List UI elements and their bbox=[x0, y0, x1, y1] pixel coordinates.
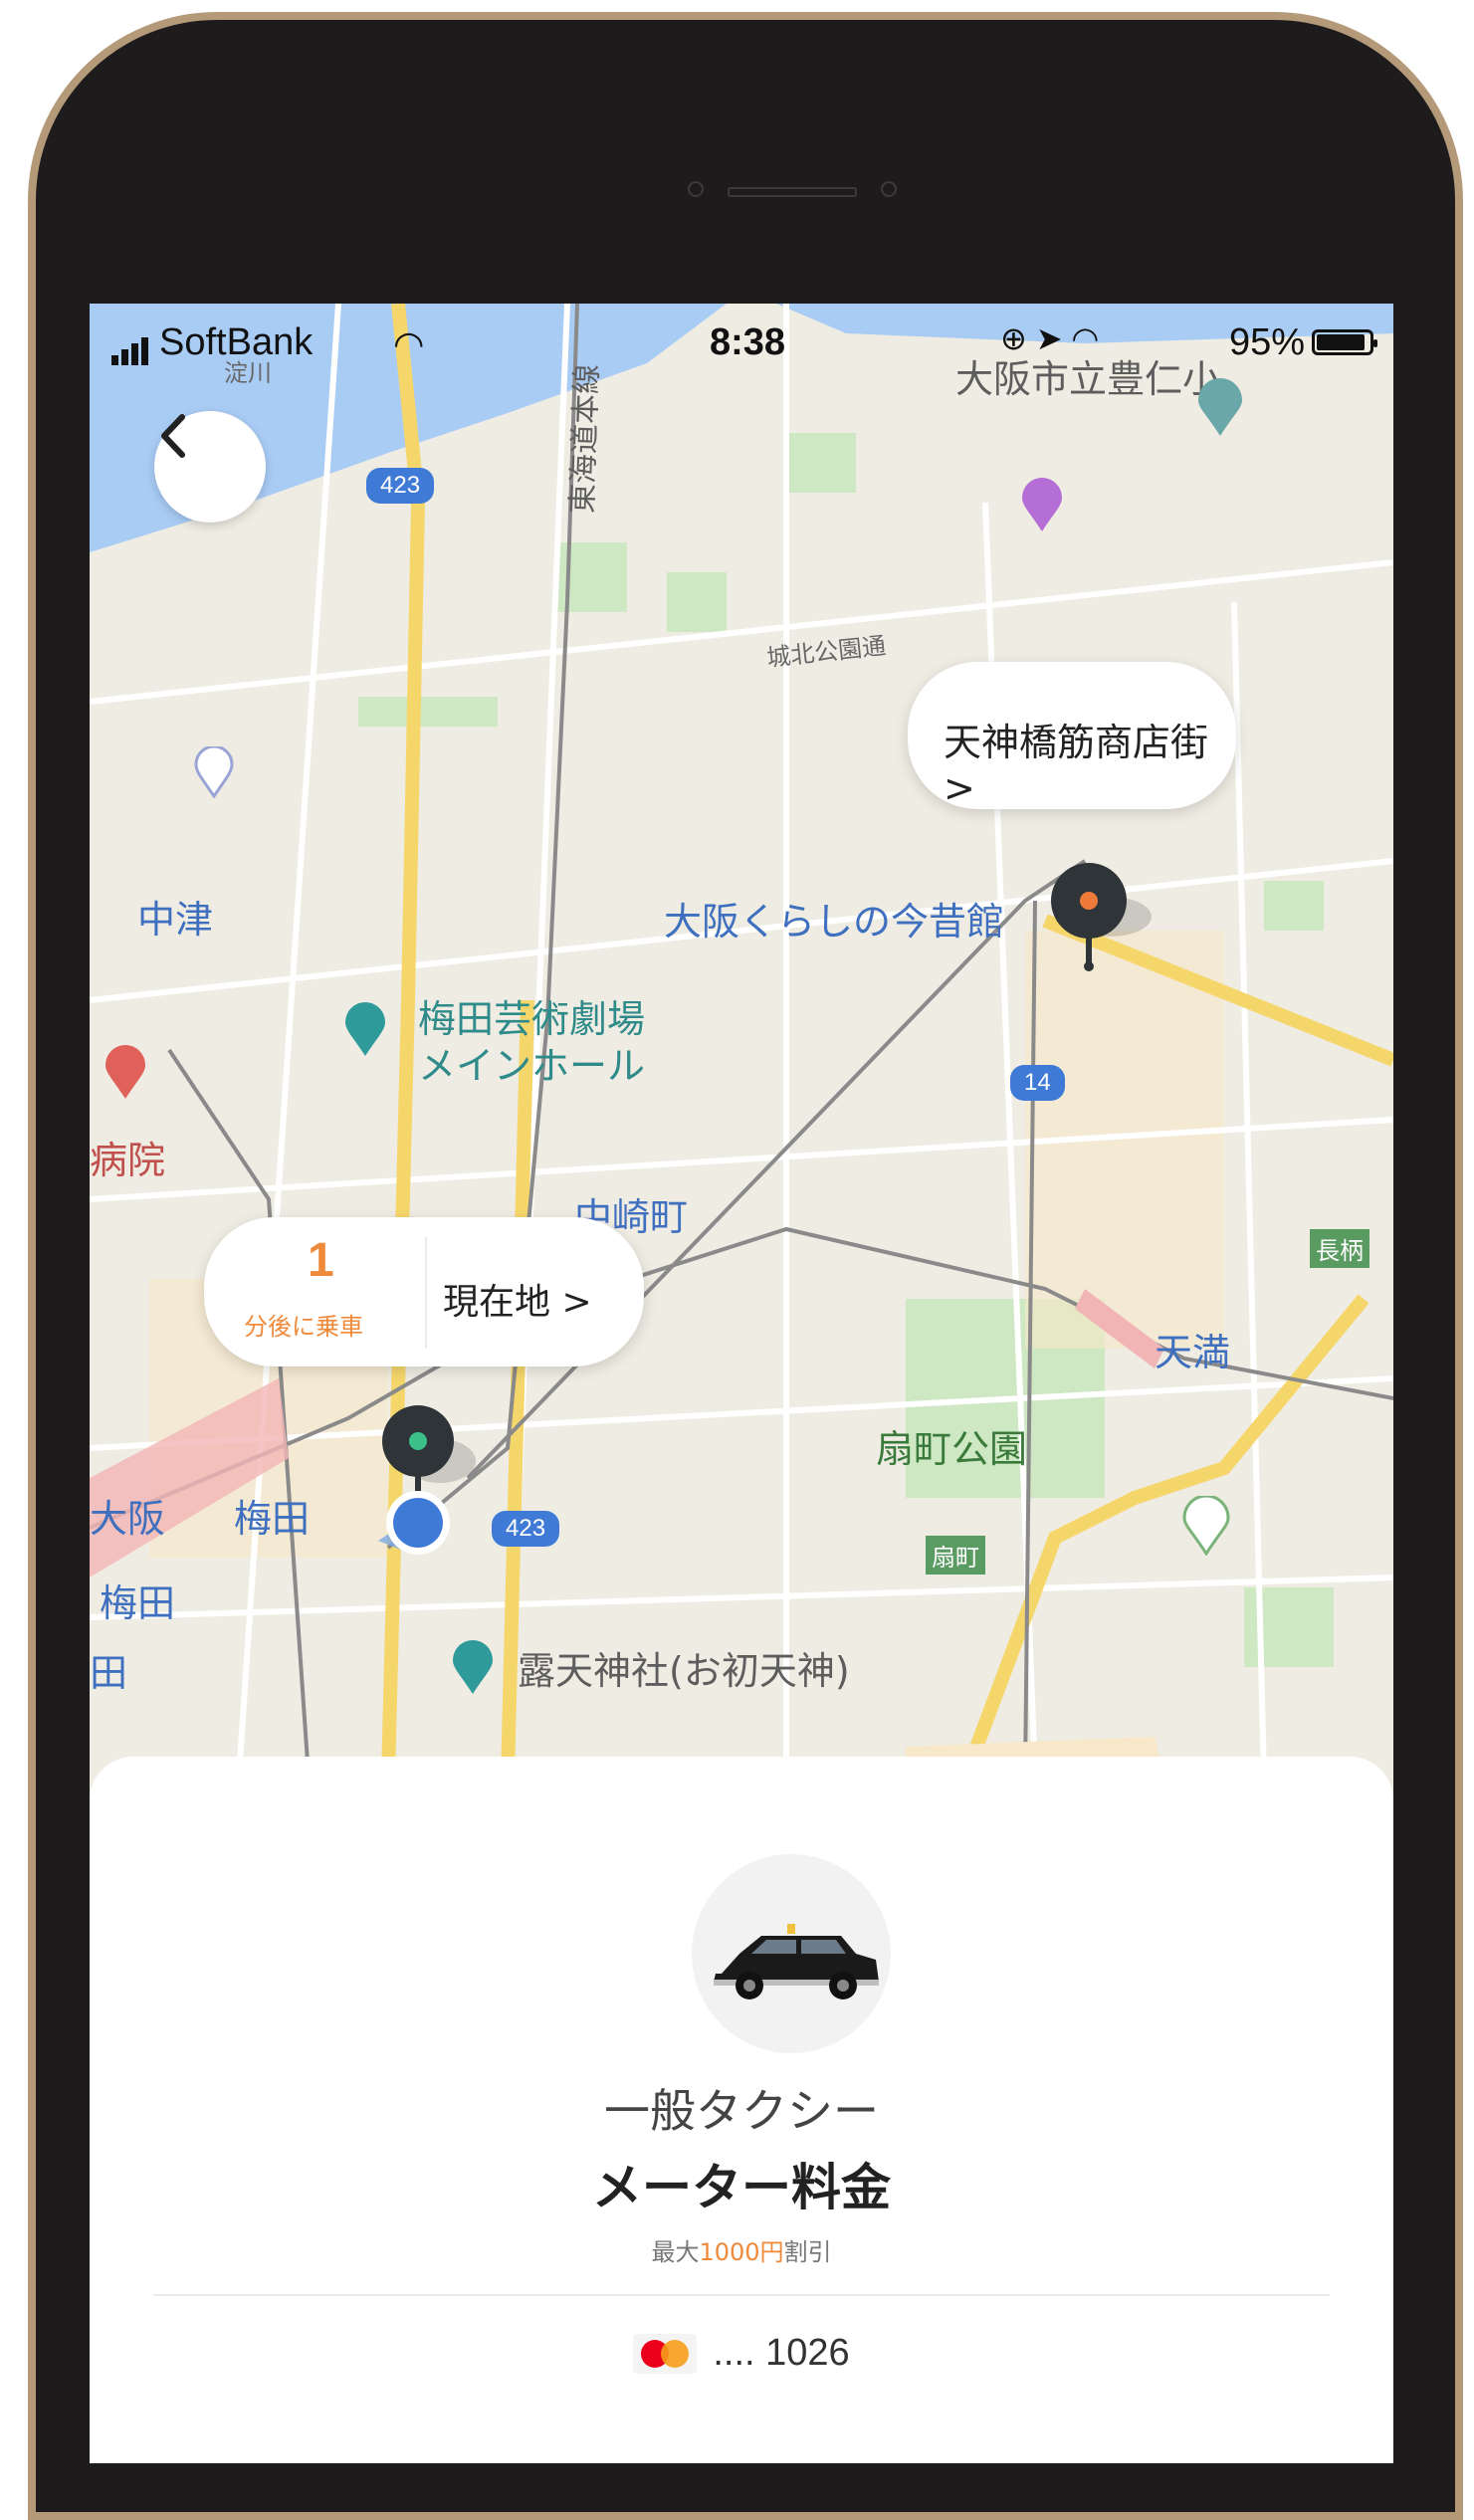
eta-unit: 分後に乗車 bbox=[244, 1313, 363, 1341]
eta-minutes: 1 bbox=[308, 1234, 334, 1287]
map-label-tsuyunoten: 露天神社(お初天神) bbox=[518, 1649, 850, 1693]
discount-suffix: 割引 bbox=[783, 2238, 832, 2266]
map-label-nakatsu: 中津 bbox=[137, 898, 214, 942]
map-canvas bbox=[90, 304, 1393, 1777]
taxi-image bbox=[692, 1854, 891, 2053]
route-badge-423: 423 bbox=[366, 468, 435, 504]
app-screen: 淀川 大阪市立豊仁小 東海道本線 城北公園通 中津 大阪くらしの今昔館 梅田芸術… bbox=[90, 304, 1393, 2463]
pickup-pin-icon bbox=[378, 1405, 476, 1555]
map-view[interactable]: 淀川 大阪市立豊仁小 東海道本線 城北公園通 中津 大阪くらしの今昔館 梅田芸術… bbox=[90, 304, 1393, 1777]
map-label-osaka: 大阪 bbox=[90, 1497, 166, 1541]
map-label-tokaido-line: 東海道本線 bbox=[564, 363, 606, 515]
battery-icon bbox=[1312, 329, 1377, 355]
pickup-location-label: 現在地 > bbox=[443, 1282, 592, 1323]
destination-bubble[interactable]: 天神橋筋商店街 > bbox=[908, 662, 1236, 810]
ride-sheet: 一般タクシー メーター料金 最大1000円割引 .... 1026 bbox=[90, 1757, 1393, 2463]
carrier-label: SoftBank bbox=[111, 321, 314, 366]
map-label-ogimachi-koen: 扇町公園 bbox=[876, 1427, 1028, 1471]
school-marker-icon bbox=[1198, 378, 1242, 436]
mastercard-icon bbox=[633, 2333, 698, 2374]
sheet-divider bbox=[153, 2294, 1330, 2296]
bubble-divider bbox=[425, 1237, 427, 1349]
destination-pin-icon bbox=[1051, 863, 1152, 971]
fare-type-label: メーター料金 bbox=[592, 2159, 891, 2216]
card-number: .... 1026 bbox=[713, 2332, 850, 2374]
map-label-umeda: 梅田 bbox=[234, 1497, 311, 1541]
status-bar: SoftBank ◠ 8:38 ⊕ ➤ ◠ 95% bbox=[90, 304, 1393, 383]
battery-percent: 95% bbox=[1229, 321, 1306, 363]
hospital-marker-icon bbox=[105, 1045, 145, 1099]
map-label-umeda-geijutsu-2: メインホール bbox=[418, 1044, 646, 1088]
shrine-marker-icon bbox=[453, 1640, 493, 1694]
status-time: 8:38 bbox=[710, 321, 786, 363]
destination-label: 天神橋筋商店街 > bbox=[944, 721, 1209, 810]
gas-station-marker-icon bbox=[1022, 478, 1062, 531]
discount-amount: 1000円 bbox=[699, 2238, 784, 2266]
discount-prefix: 最大 bbox=[651, 2238, 700, 2266]
payment-method[interactable]: .... 1026 bbox=[90, 2332, 1393, 2375]
theater-marker-icon bbox=[345, 1002, 385, 1056]
chevron-left-icon bbox=[161, 414, 185, 458]
carrier-name: SoftBank bbox=[159, 321, 314, 363]
phone-sensors bbox=[688, 181, 897, 197]
map-label-ta: 田 bbox=[90, 1651, 128, 1695]
store-marker-icon bbox=[1182, 1496, 1230, 1556]
map-label-tenma: 天満 bbox=[1155, 1331, 1231, 1374]
camera-dot bbox=[881, 181, 897, 197]
car-type-label: 一般タクシー bbox=[604, 2084, 879, 2138]
map-label-hospital: 病院 bbox=[90, 1139, 166, 1182]
speaker-grille bbox=[728, 187, 857, 197]
pickup-bubble[interactable]: 1 分後に乗車 現在地 > bbox=[204, 1217, 644, 1366]
signal-bars-icon bbox=[111, 322, 151, 366]
poi-marker-icon bbox=[194, 746, 234, 798]
sensor-dot bbox=[688, 181, 704, 197]
taxi-car-icon bbox=[714, 1924, 879, 1999]
route-badge-14: 14 bbox=[1010, 1065, 1065, 1101]
wifi-icon: ◠ bbox=[393, 323, 425, 364]
status-indicators-icon: ⊕ ➤ ◠ bbox=[1000, 320, 1100, 356]
map-label-osaka-kurashi: 大阪くらしの今昔館 bbox=[664, 900, 1005, 944]
map-label-umeda-2: 梅田 bbox=[100, 1581, 176, 1625]
map-label-nagara: 長柄 bbox=[1310, 1229, 1369, 1268]
map-label-ogimachi: 扇町 bbox=[926, 1536, 985, 1575]
back-button[interactable] bbox=[154, 411, 266, 523]
discount-label: 最大1000円割引 bbox=[90, 2232, 1393, 2267]
